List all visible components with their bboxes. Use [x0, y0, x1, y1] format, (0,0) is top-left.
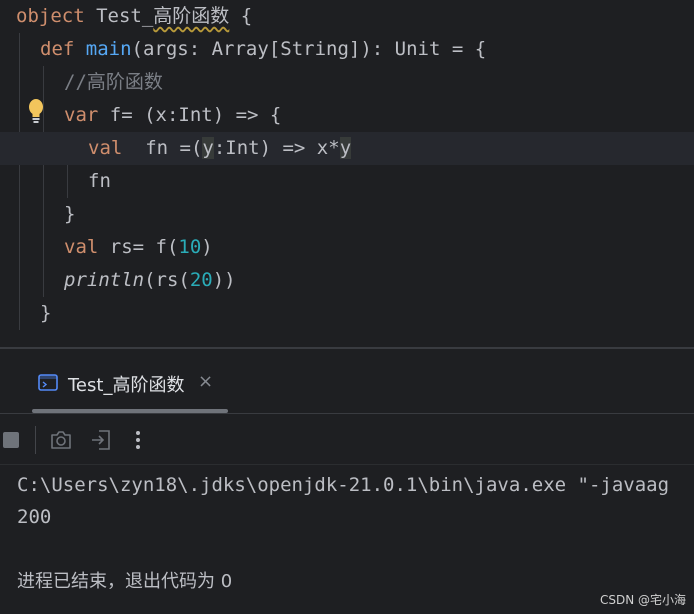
code-editor[interactable]: object Test_高阶函数 { def main(args: Array[… [0, 0, 694, 348]
code-line-current[interactable]: val fn =(y:Int) => x*y [0, 132, 694, 165]
code-text: } [40, 302, 52, 324]
code-text: (rs( [144, 269, 190, 291]
highlighted-identifier: y [202, 137, 214, 159]
code-text: fn [88, 170, 111, 192]
code-line[interactable]: println(rs(20)) [0, 264, 694, 297]
code-line[interactable]: object Test_高阶函数 { [0, 0, 694, 33]
code-text: ) [201, 236, 213, 258]
code-text: f= (x:Int) => { [98, 104, 282, 126]
close-icon[interactable]: × [198, 371, 213, 392]
highlighted-identifier: y [339, 137, 352, 159]
keyword: val [64, 236, 99, 258]
toolbar-separator [35, 426, 36, 454]
tab-run-config[interactable]: Test_高阶函数 × [32, 363, 228, 403]
console-icon [38, 374, 58, 391]
console-line: 进程已结束，退出代码为 0 [17, 571, 233, 592]
stop-icon[interactable] [3, 432, 19, 448]
number-literal: 10 [178, 236, 202, 258]
keyword: val [88, 137, 123, 159]
code-line[interactable]: } [0, 297, 694, 330]
code-line[interactable]: def main(args: Array[String]): Unit = { [0, 33, 694, 66]
code-line[interactable]: } [0, 198, 694, 231]
more-vertical-icon[interactable] [128, 426, 148, 454]
camera-icon[interactable] [49, 429, 73, 451]
active-tab-indicator [32, 409, 228, 413]
code-line[interactable]: val rs= f(10) [0, 231, 694, 264]
code-text: rs= f( [98, 236, 179, 258]
console-line: C:\Users\zyn18\.jdks\openjdk-21.0.1\bin\… [17, 474, 670, 496]
run-toolbar [0, 414, 694, 465]
lightbulb-icon[interactable] [25, 98, 47, 124]
console-output[interactable]: C:\Users\zyn18\.jdks\openjdk-21.0.1\bin\… [0, 465, 694, 614]
code-text: (args: Array[String]): Unit = { [131, 38, 487, 60]
watermark: CSDN @宅小海 [599, 593, 686, 607]
run-tool-window: Test_高阶函数 × C:\Users\zyn18\.jdks\openjdk… [0, 349, 694, 614]
code-line[interactable]: var f= (x:Int) => { [0, 99, 694, 132]
keyword: def [40, 38, 75, 60]
code-text: )) [212, 269, 236, 291]
keyword: var [64, 104, 99, 126]
code-text: fn =( [122, 137, 203, 159]
run-tab-bar: Test_高阶函数 × [0, 349, 694, 414]
code-line[interactable]: fn [0, 165, 694, 198]
code-line[interactable]: //高阶函数 [0, 66, 694, 99]
code-text: Test_ [84, 5, 154, 27]
function-name: main [85, 38, 132, 60]
code-text: :Int) => x* [213, 137, 340, 159]
function-call: println [64, 269, 145, 291]
console-line: 200 [17, 506, 52, 528]
exit-icon[interactable] [89, 428, 113, 452]
keyword: object [16, 5, 85, 27]
comment: //高阶函数 [64, 71, 163, 93]
code-text: { [229, 5, 253, 27]
number-literal: 20 [189, 269, 213, 291]
code-text: } [64, 203, 76, 225]
object-name: 高阶函数 [153, 5, 230, 27]
tab-label: Test_高阶函数 [68, 375, 185, 396]
